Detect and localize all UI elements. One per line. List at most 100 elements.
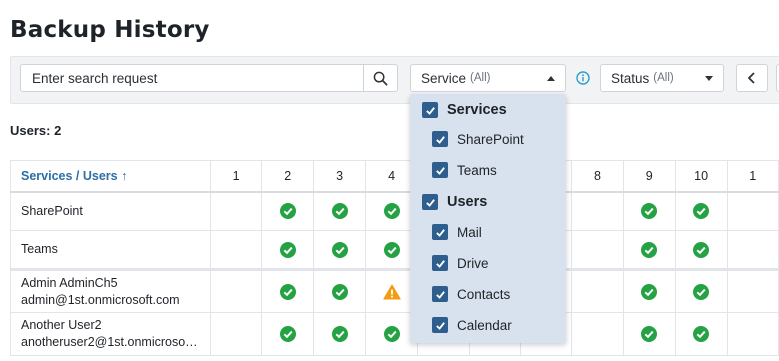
- status-cell[interactable]: [261, 230, 315, 270]
- empty-cell: [209, 191, 263, 231]
- sort-header-services-users[interactable]: Services / Users ↑: [10, 160, 211, 193]
- column-header: 8: [571, 160, 624, 193]
- check-circle-icon: [693, 283, 710, 300]
- checkbox-item-sharepoint[interactable]: SharePoint: [432, 131, 524, 147]
- empty-cell: [209, 268, 263, 313]
- status-cell[interactable]: [622, 191, 676, 231]
- row-name-cell: Teams: [10, 230, 211, 270]
- service-filter-label: Service: [421, 70, 467, 86]
- checkbox-checked-icon: [432, 162, 448, 178]
- row-email: admin@1st.onmicrosoft.com: [21, 292, 180, 307]
- empty-cell: [571, 191, 624, 231]
- item-label: Mail: [457, 224, 482, 240]
- empty-cell: [726, 268, 779, 313]
- checkbox-checked-icon: [432, 255, 448, 271]
- service-filter-dropdown: Services SharePoint Teams Users Mail Dri…: [410, 94, 566, 343]
- check-circle-icon: [641, 241, 658, 258]
- service-filter-value: (All): [470, 72, 491, 84]
- status-filter-label: Status: [611, 70, 650, 86]
- status-cell[interactable]: [674, 230, 728, 270]
- status-cell[interactable]: [313, 268, 367, 313]
- check-circle-icon: [331, 283, 348, 300]
- status-cell[interactable]: [313, 230, 367, 270]
- row-name-cell: Admin AdminCh5 admin@1st.onmicrosoft.com: [10, 268, 211, 313]
- status-cell[interactable]: [261, 191, 315, 231]
- item-label: Calendar: [457, 317, 512, 333]
- checkbox-group-users[interactable]: Users: [422, 194, 487, 210]
- empty-cell: [726, 230, 779, 270]
- empty-cell: [726, 191, 779, 231]
- status-cell[interactable]: [622, 312, 676, 356]
- column-header: 3: [313, 160, 367, 193]
- status-cell[interactable]: [622, 268, 676, 313]
- check-circle-icon: [383, 326, 400, 342]
- item-label: SharePoint: [457, 131, 524, 147]
- check-circle-icon: [331, 326, 348, 342]
- checkbox-group-services[interactable]: Services: [422, 102, 507, 118]
- checkbox-item-mail[interactable]: Mail: [432, 224, 482, 240]
- checkbox-item-drive[interactable]: Drive: [432, 255, 489, 271]
- table-row: Teams: [10, 230, 779, 270]
- checkbox-checked-icon: [432, 224, 448, 240]
- row-name-cell: Another User2 anotheruser2@1st.onmicroso…: [10, 312, 211, 356]
- table-row: Admin AdminCh5 admin@1st.onmicrosoft.com: [10, 268, 779, 313]
- status-cell[interactable]: [674, 312, 728, 356]
- status-cell[interactable]: [261, 312, 315, 356]
- column-header: 1: [209, 160, 263, 193]
- page-title: Backup History: [10, 17, 210, 43]
- empty-cell: [571, 312, 624, 356]
- checkbox-item-calendar[interactable]: Calendar: [432, 317, 512, 333]
- empty-cell: [209, 230, 263, 270]
- group-label: Services: [447, 102, 507, 118]
- column-header: 9: [622, 160, 676, 193]
- caret-down-icon: [705, 76, 713, 81]
- checkbox-checked-icon: [432, 131, 448, 147]
- row-name-cell: SharePoint: [10, 191, 211, 231]
- empty-cell: [209, 312, 263, 356]
- item-label: Drive: [457, 255, 489, 271]
- row-email: anotheruser2@1st.onmicroso…: [21, 335, 198, 349]
- check-circle-icon: [641, 203, 658, 220]
- check-circle-icon: [641, 326, 658, 342]
- check-circle-icon: [279, 283, 296, 300]
- previous-page-button[interactable]: [736, 64, 768, 92]
- table-row: SharePoint: [10, 191, 779, 231]
- service-filter-select[interactable]: Service (All): [410, 64, 566, 92]
- empty-cell: [571, 230, 624, 270]
- column-header: 2: [261, 160, 315, 193]
- row-name: Another User2: [21, 318, 102, 332]
- status-cell[interactable]: [313, 312, 367, 356]
- check-circle-icon: [279, 203, 296, 220]
- backup-history-table: Services / Users ↑ 1 2 3 4 5 6 7 8 9 10 …: [10, 160, 779, 356]
- check-circle-icon: [693, 203, 710, 220]
- checkbox-item-teams[interactable]: Teams: [432, 162, 497, 178]
- checkbox-checked-icon: [432, 317, 448, 333]
- column-header: 1: [726, 160, 779, 193]
- checkbox-checked-icon: [422, 102, 438, 118]
- status-cell[interactable]: [313, 191, 367, 231]
- status-cell[interactable]: [674, 191, 728, 231]
- search-icon: [373, 71, 388, 85]
- empty-cell: [726, 312, 779, 356]
- chevron-left-icon: [747, 72, 755, 84]
- table-row: Another User2 anotheruser2@1st.onmicroso…: [10, 312, 779, 356]
- status-cell[interactable]: [674, 268, 728, 313]
- row-name: Teams: [21, 242, 58, 256]
- check-circle-icon: [641, 283, 658, 300]
- check-circle-icon: [279, 326, 296, 342]
- info-icon[interactable]: [576, 71, 590, 85]
- checkbox-checked-icon: [432, 286, 448, 302]
- status-cell[interactable]: [261, 268, 315, 313]
- search-button[interactable]: [364, 64, 398, 92]
- warning-icon: [382, 284, 401, 299]
- status-filter-value: (All): [653, 72, 674, 84]
- check-circle-icon: [693, 241, 710, 258]
- check-circle-icon: [331, 241, 348, 258]
- checkbox-checked-icon: [422, 194, 438, 210]
- status-cell[interactable]: [622, 230, 676, 270]
- checkbox-item-contacts[interactable]: Contacts: [432, 286, 510, 302]
- column-header: 10: [674, 160, 728, 193]
- row-name: SharePoint: [21, 203, 83, 218]
- status-filter-select[interactable]: Status (All): [600, 64, 724, 92]
- search-input[interactable]: Enter search request: [20, 64, 364, 92]
